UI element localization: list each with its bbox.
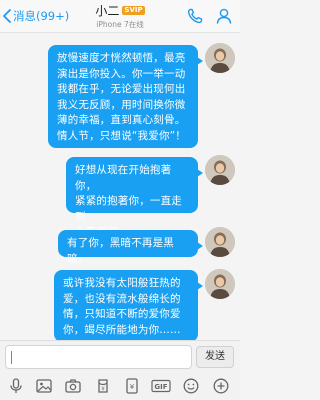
- emoji-icon[interactable]: [182, 377, 200, 395]
- avatar-photo: [205, 43, 235, 73]
- message-line: 爱，也没有流水般绵长的: [63, 292, 181, 305]
- message-line: 好想从现在开始抱著你，: [75, 164, 172, 192]
- message-bubble[interactable]: 有了你，黑暗不再是黑暗。: [58, 230, 203, 265]
- avatar-photo: [205, 227, 235, 257]
- avatar[interactable]: [205, 43, 235, 73]
- message-bubble[interactable]: 好想从现在开始抱著你， 紧紧的抱著你，一直走到 上帝面前…: [66, 157, 203, 238]
- camera-icon[interactable]: [64, 377, 82, 395]
- image-icon[interactable]: [35, 377, 53, 395]
- contact-name: 小二: [95, 4, 120, 18]
- message-bubble[interactable]: 或许我没有太阳般狂热的 爱，也没有流水般绵长的 情，只知道不断的爱你爱 你，竭尽…: [54, 270, 203, 342]
- gif-label: GIF: [154, 383, 167, 391]
- svg-text:¥: ¥: [101, 387, 105, 393]
- message-line: 或许我没有太阳般狂热的: [63, 277, 181, 289]
- avatar-photo: [205, 155, 235, 185]
- avatar-photo: [205, 269, 235, 299]
- chat-title[interactable]: 小二 SVIP iPhone 7在线: [80, 3, 160, 30]
- message-bubble[interactable]: 放慢速度才恍然顿悟，最亮 演出是你投入。你一举一动 我都在乎，无论爱出现何出 我…: [48, 45, 203, 148]
- svg-text:¥: ¥: [130, 383, 135, 391]
- message-line: 情人节，只想说“我爱你”！: [57, 129, 186, 142]
- message-input[interactable]: [5, 345, 192, 369]
- message-line: 有了你，黑暗不再是黑暗。: [67, 237, 174, 265]
- message-line: 薄的幸福，直到真心刻骨。: [57, 114, 186, 126]
- plus-icon[interactable]: [212, 377, 230, 395]
- svip-badge: SVIP: [122, 6, 145, 15]
- input-toolbar: ¥ ¥ GIF: [0, 372, 240, 400]
- chat-header: 消息(99+) 小二 SVIP iPhone 7在线: [0, 0, 240, 33]
- message-line: 我义无反顾，用时间换你微: [57, 98, 186, 111]
- message-line: 我都在乎，无论爱出现何出: [57, 83, 186, 95]
- back-label: 消息(99+): [13, 9, 70, 23]
- wallet-icon[interactable]: ¥: [123, 377, 141, 395]
- phone-icon[interactable]: [186, 7, 204, 25]
- message-line: 情，只知道不断的爱你爱: [63, 308, 181, 320]
- message-line: 你，竭尽所能地为你……: [63, 323, 181, 336]
- composer: 发送: [0, 340, 240, 372]
- online-status: iPhone 7在线: [96, 20, 144, 29]
- avatar[interactable]: [205, 269, 235, 299]
- back-button[interactable]: 消息(99+): [2, 7, 69, 25]
- avatar[interactable]: [205, 227, 235, 257]
- text-caret: [11, 351, 12, 364]
- message-line: 放慢速度才恍然顿悟，最亮: [57, 52, 186, 64]
- person-icon[interactable]: [215, 7, 233, 25]
- gif-icon[interactable]: GIF: [151, 377, 171, 395]
- avatar[interactable]: [205, 155, 235, 185]
- message-list[interactable]: 放慢速度才恍然顿悟，最亮 演出是你投入。你一举一动 我都在乎，无论爱出现何出 我…: [0, 33, 240, 342]
- message-line: 紧紧的抱著你，一直走到: [75, 195, 182, 223]
- voice-icon[interactable]: [7, 377, 25, 395]
- red-packet-icon[interactable]: ¥: [94, 377, 112, 395]
- message-line: 演出是你投入。你一举一动: [57, 67, 186, 80]
- chevron-left-icon: [3, 9, 11, 23]
- send-button[interactable]: 发送: [196, 346, 234, 368]
